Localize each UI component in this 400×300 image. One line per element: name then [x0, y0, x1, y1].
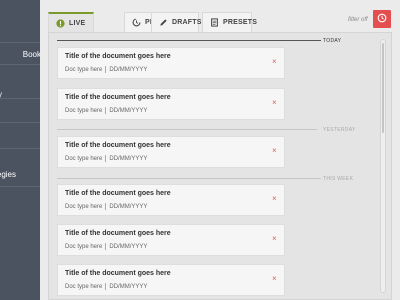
- document-icon: [210, 18, 219, 27]
- scrollbar[interactable]: [380, 39, 386, 293]
- document-meta: Doc type here DD/MM/YYYY: [65, 203, 147, 210]
- meta-separator: [105, 107, 107, 114]
- document-title: Title of the document goes here: [65, 230, 171, 237]
- filter-toggle[interactable]: filter off: [348, 17, 368, 23]
- document-date: DD/MM/YYYY: [109, 243, 148, 250]
- tab-live[interactable]: LIVE: [48, 12, 94, 32]
- meta-separator: [105, 203, 107, 210]
- document-meta: Doc type here DD/MM/YYYY: [65, 283, 147, 290]
- document-feed: TODAY Title of the document goes here Do…: [48, 32, 392, 300]
- scrollbar-thumb[interactable]: [382, 43, 384, 133]
- document-card[interactable]: Title of the document goes here Doc type…: [57, 47, 285, 79]
- delete-icon[interactable]: ×: [272, 147, 277, 155]
- meta-separator: [105, 283, 107, 290]
- section-label-yesterday: YESTERDAY: [323, 127, 356, 133]
- meta-separator: [105, 66, 107, 73]
- document-type: Doc type here: [65, 283, 103, 290]
- document-card[interactable]: Title of the document goes here Doc type…: [57, 224, 285, 256]
- section-divider: [57, 129, 317, 130]
- sidebar-item-strategies[interactable]: egies: [0, 160, 40, 186]
- document-date: DD/MM/YYYY: [109, 66, 148, 73]
- sidebar-item-book[interactable]: Book: [0, 42, 40, 64]
- document-meta: Doc type here DD/MM/YYYY: [65, 243, 147, 250]
- document-card[interactable]: Title of the document goes here Doc type…: [57, 136, 285, 168]
- tab-label: DRAFTS: [172, 19, 202, 26]
- delete-icon[interactable]: ×: [272, 99, 277, 107]
- section-divider: [57, 40, 321, 41]
- progress-clock-icon: [132, 18, 141, 27]
- document-date: DD/MM/YYYY: [109, 203, 148, 210]
- sidebar-item-label: Book: [22, 50, 40, 59]
- section-label-this-week: THIS WEEK: [323, 176, 354, 182]
- sidebar-divider: [0, 186, 40, 187]
- delete-icon[interactable]: ×: [272, 275, 277, 283]
- document-type: Doc type here: [65, 203, 103, 210]
- tab-label: LIVE: [69, 19, 86, 27]
- sidebar: Book y egies: [0, 0, 40, 300]
- section-divider: [57, 178, 321, 179]
- document-card[interactable]: Title of the document goes here Doc type…: [57, 88, 285, 120]
- document-title: Title of the document goes here: [65, 94, 171, 101]
- document-date: DD/MM/YYYY: [109, 283, 148, 290]
- document-meta: Doc type here DD/MM/YYYY: [65, 155, 147, 162]
- meta-separator: [105, 155, 107, 162]
- document-title: Title of the document goes here: [65, 142, 171, 149]
- tab-label: PRESETS: [223, 19, 258, 26]
- meta-separator: [105, 243, 107, 250]
- document-title: Title of the document goes here: [65, 190, 171, 197]
- document-meta: Doc type here DD/MM/YYYY: [65, 66, 147, 73]
- sidebar-item-4[interactable]: [0, 122, 40, 148]
- document-meta: Doc type here DD/MM/YYYY: [65, 107, 147, 114]
- tab-presets[interactable]: PRESETS: [202, 12, 257, 32]
- history-button[interactable]: [373, 10, 391, 28]
- document-type: Doc type here: [65, 155, 103, 162]
- document-title: Title of the document goes here: [65, 53, 171, 60]
- document-type: Doc type here: [65, 243, 103, 250]
- sidebar-item-label: egies: [0, 170, 16, 179]
- sidebar-item-3[interactable]: [0, 98, 40, 122]
- document-title: Title of the document goes here: [65, 270, 171, 277]
- document-date: DD/MM/YYYY: [109, 155, 148, 162]
- pencil-icon: [159, 18, 168, 27]
- sidebar-item-2[interactable]: y: [0, 64, 40, 99]
- clock-icon: [377, 10, 387, 28]
- section-label-today: TODAY: [323, 38, 342, 44]
- document-card[interactable]: Title of the document goes here Doc type…: [57, 184, 285, 216]
- document-type: Doc type here: [65, 107, 103, 114]
- delete-icon[interactable]: ×: [272, 195, 277, 203]
- delete-icon[interactable]: ×: [272, 58, 277, 66]
- document-type: Doc type here: [65, 66, 103, 73]
- document-date: DD/MM/YYYY: [109, 107, 148, 114]
- document-card[interactable]: Title of the document goes here Doc type…: [57, 264, 285, 296]
- tab-drafts[interactable]: DRAFTS: [151, 12, 202, 32]
- sidebar-divider: [0, 148, 40, 149]
- delete-icon[interactable]: ×: [272, 235, 277, 243]
- exclamation-circle-icon: [56, 18, 65, 28]
